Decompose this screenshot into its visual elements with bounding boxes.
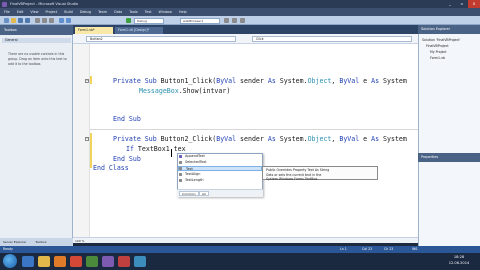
code-line: Private Sub Button2_Click(ByVal sender A…	[113, 135, 407, 143]
properties-title: Properties	[418, 153, 480, 162]
method-separator	[90, 129, 418, 130]
find-combo[interactable]: webBrowser1	[180, 17, 220, 24]
status-insert-mode: INS	[412, 247, 418, 251]
start-button-icon[interactable]	[3, 254, 17, 268]
menu-bar: File Edit View Project Build Debug Team …	[0, 8, 480, 16]
menu-edit[interactable]: Edit	[17, 10, 24, 14]
code-line: End Class	[93, 164, 129, 172]
media-player-icon[interactable]	[54, 256, 66, 267]
solution-explorer-title: Solution Explorer	[418, 25, 480, 34]
redo-icon[interactable]	[66, 18, 71, 23]
completion-item[interactable]: SelectedText	[178, 160, 262, 165]
menu-data[interactable]: Data	[114, 10, 122, 14]
menu-window[interactable]: Window	[159, 10, 172, 14]
menu-test[interactable]: Test	[145, 10, 152, 14]
menu-help[interactable]: Help	[179, 10, 187, 14]
completion-item-selected[interactable]: Text	[178, 166, 262, 171]
clock-date: 12.06.2014	[448, 261, 470, 265]
toolbox-title: Toolbox	[0, 25, 73, 35]
find-icon[interactable]	[224, 18, 229, 23]
app-icon[interactable]	[134, 256, 146, 267]
collapse-toggle[interactable]: −	[85, 137, 89, 141]
menu-build[interactable]: Build	[64, 10, 73, 14]
event-dropdown[interactable]: Click	[252, 36, 412, 42]
paste-icon[interactable]	[49, 18, 54, 23]
method-icon	[179, 155, 182, 158]
quickinfo-tooltip: Public Overrides Property Text As String…	[262, 166, 378, 182]
menu-project[interactable]: Project	[46, 10, 58, 14]
filter-tab-common[interactable]: Common	[179, 190, 199, 196]
tree-item-my-project[interactable]: My Project	[430, 50, 447, 55]
filter-tab-all[interactable]: All	[199, 190, 209, 196]
code-line: End Sub	[113, 115, 141, 123]
toolbox-group-general[interactable]: General	[2, 38, 71, 43]
menu-tools[interactable]: Tools	[129, 10, 137, 14]
change-marker	[90, 76, 92, 84]
save-all-icon[interactable]	[25, 18, 30, 23]
menu-debug[interactable]: Debug	[80, 10, 91, 14]
chrome-icon[interactable]	[70, 256, 82, 267]
close-button[interactable]: x	[468, 0, 480, 8]
tab-form1-code[interactable]: Form1.vb*	[75, 27, 113, 34]
copy-icon[interactable]	[42, 18, 47, 23]
completion-item[interactable]: TextLength	[178, 178, 262, 183]
new-project-icon[interactable]	[4, 18, 9, 23]
code-line: End Sub	[113, 155, 141, 163]
menu-view[interactable]: View	[30, 10, 38, 14]
solution-config-dropdown[interactable]: Debug	[134, 17, 164, 24]
tab-form1-design[interactable]: Form1.vb [Design]*	[115, 27, 163, 34]
app-icon[interactable]	[86, 256, 98, 267]
tree-item-form1[interactable]: Form1.vb	[430, 56, 445, 61]
tab-toolbox[interactable]: Toolbox	[35, 240, 46, 244]
status-column: Col 23	[362, 247, 373, 251]
property-icon	[179, 161, 182, 164]
visual-studio-taskbar-icon[interactable]	[102, 256, 114, 267]
code-line: MessageBox.Show(intvar)	[139, 87, 231, 95]
text-caret	[171, 149, 172, 157]
properties-icon[interactable]	[240, 18, 245, 23]
start-debugging-icon[interactable]	[126, 18, 131, 23]
tree-item-solution[interactable]: Solution 'FinalVBProject'	[422, 38, 460, 43]
tooltip-description: Gets or sets the current text in the Sys…	[266, 172, 322, 182]
explorer-icon[interactable]	[38, 256, 50, 267]
undo-icon[interactable]	[59, 18, 64, 23]
menu-team[interactable]: Team	[98, 10, 107, 14]
solution-explorer-icon[interactable]	[232, 18, 237, 23]
code-line: Private Sub Button1_Click(ByVal sender A…	[113, 77, 407, 85]
minimize-button[interactable]: _	[444, 0, 456, 8]
completion-item[interactable]: AppendText	[178, 154, 262, 159]
tab-server-explorer[interactable]: Server Explorer	[3, 240, 26, 244]
app-icon[interactable]	[118, 256, 130, 267]
save-icon[interactable]	[18, 18, 23, 23]
maximize-button[interactable]: ▫	[456, 0, 468, 8]
status-text: Ready	[3, 247, 13, 251]
object-dropdown[interactable]: Button2	[86, 36, 236, 42]
properties-panel	[418, 153, 480, 246]
status-bar: Ready	[0, 246, 480, 253]
taskbar-clock[interactable]: 18:28 12.06.2014	[440, 254, 478, 266]
cut-icon[interactable]	[35, 18, 40, 23]
visual-studio-icon	[2, 1, 7, 7]
property-icon	[179, 179, 182, 182]
status-char: Ch 23	[384, 247, 394, 251]
property-icon	[179, 173, 182, 176]
toolbox-bottom-tabs: Server Explorer Toolbox	[0, 238, 73, 246]
zoom-level[interactable]: 100 %	[73, 237, 418, 243]
status-line: Ln 1	[340, 247, 347, 251]
menu-file[interactable]: File	[4, 10, 10, 14]
window-title: FinalVBProject - Microsoft Visual Studio	[0, 0, 480, 8]
open-icon[interactable]	[11, 18, 16, 23]
collapse-toggle[interactable]: −	[85, 79, 89, 83]
tree-item-project[interactable]: FinalVBProject	[426, 44, 449, 49]
ie-icon[interactable]	[22, 256, 34, 267]
change-marker	[90, 133, 92, 168]
toolbox-empty-message: There are no usable controls in this gro…	[8, 52, 67, 66]
property-icon	[179, 167, 182, 170]
completion-item[interactable]: TextAlign	[178, 172, 262, 177]
